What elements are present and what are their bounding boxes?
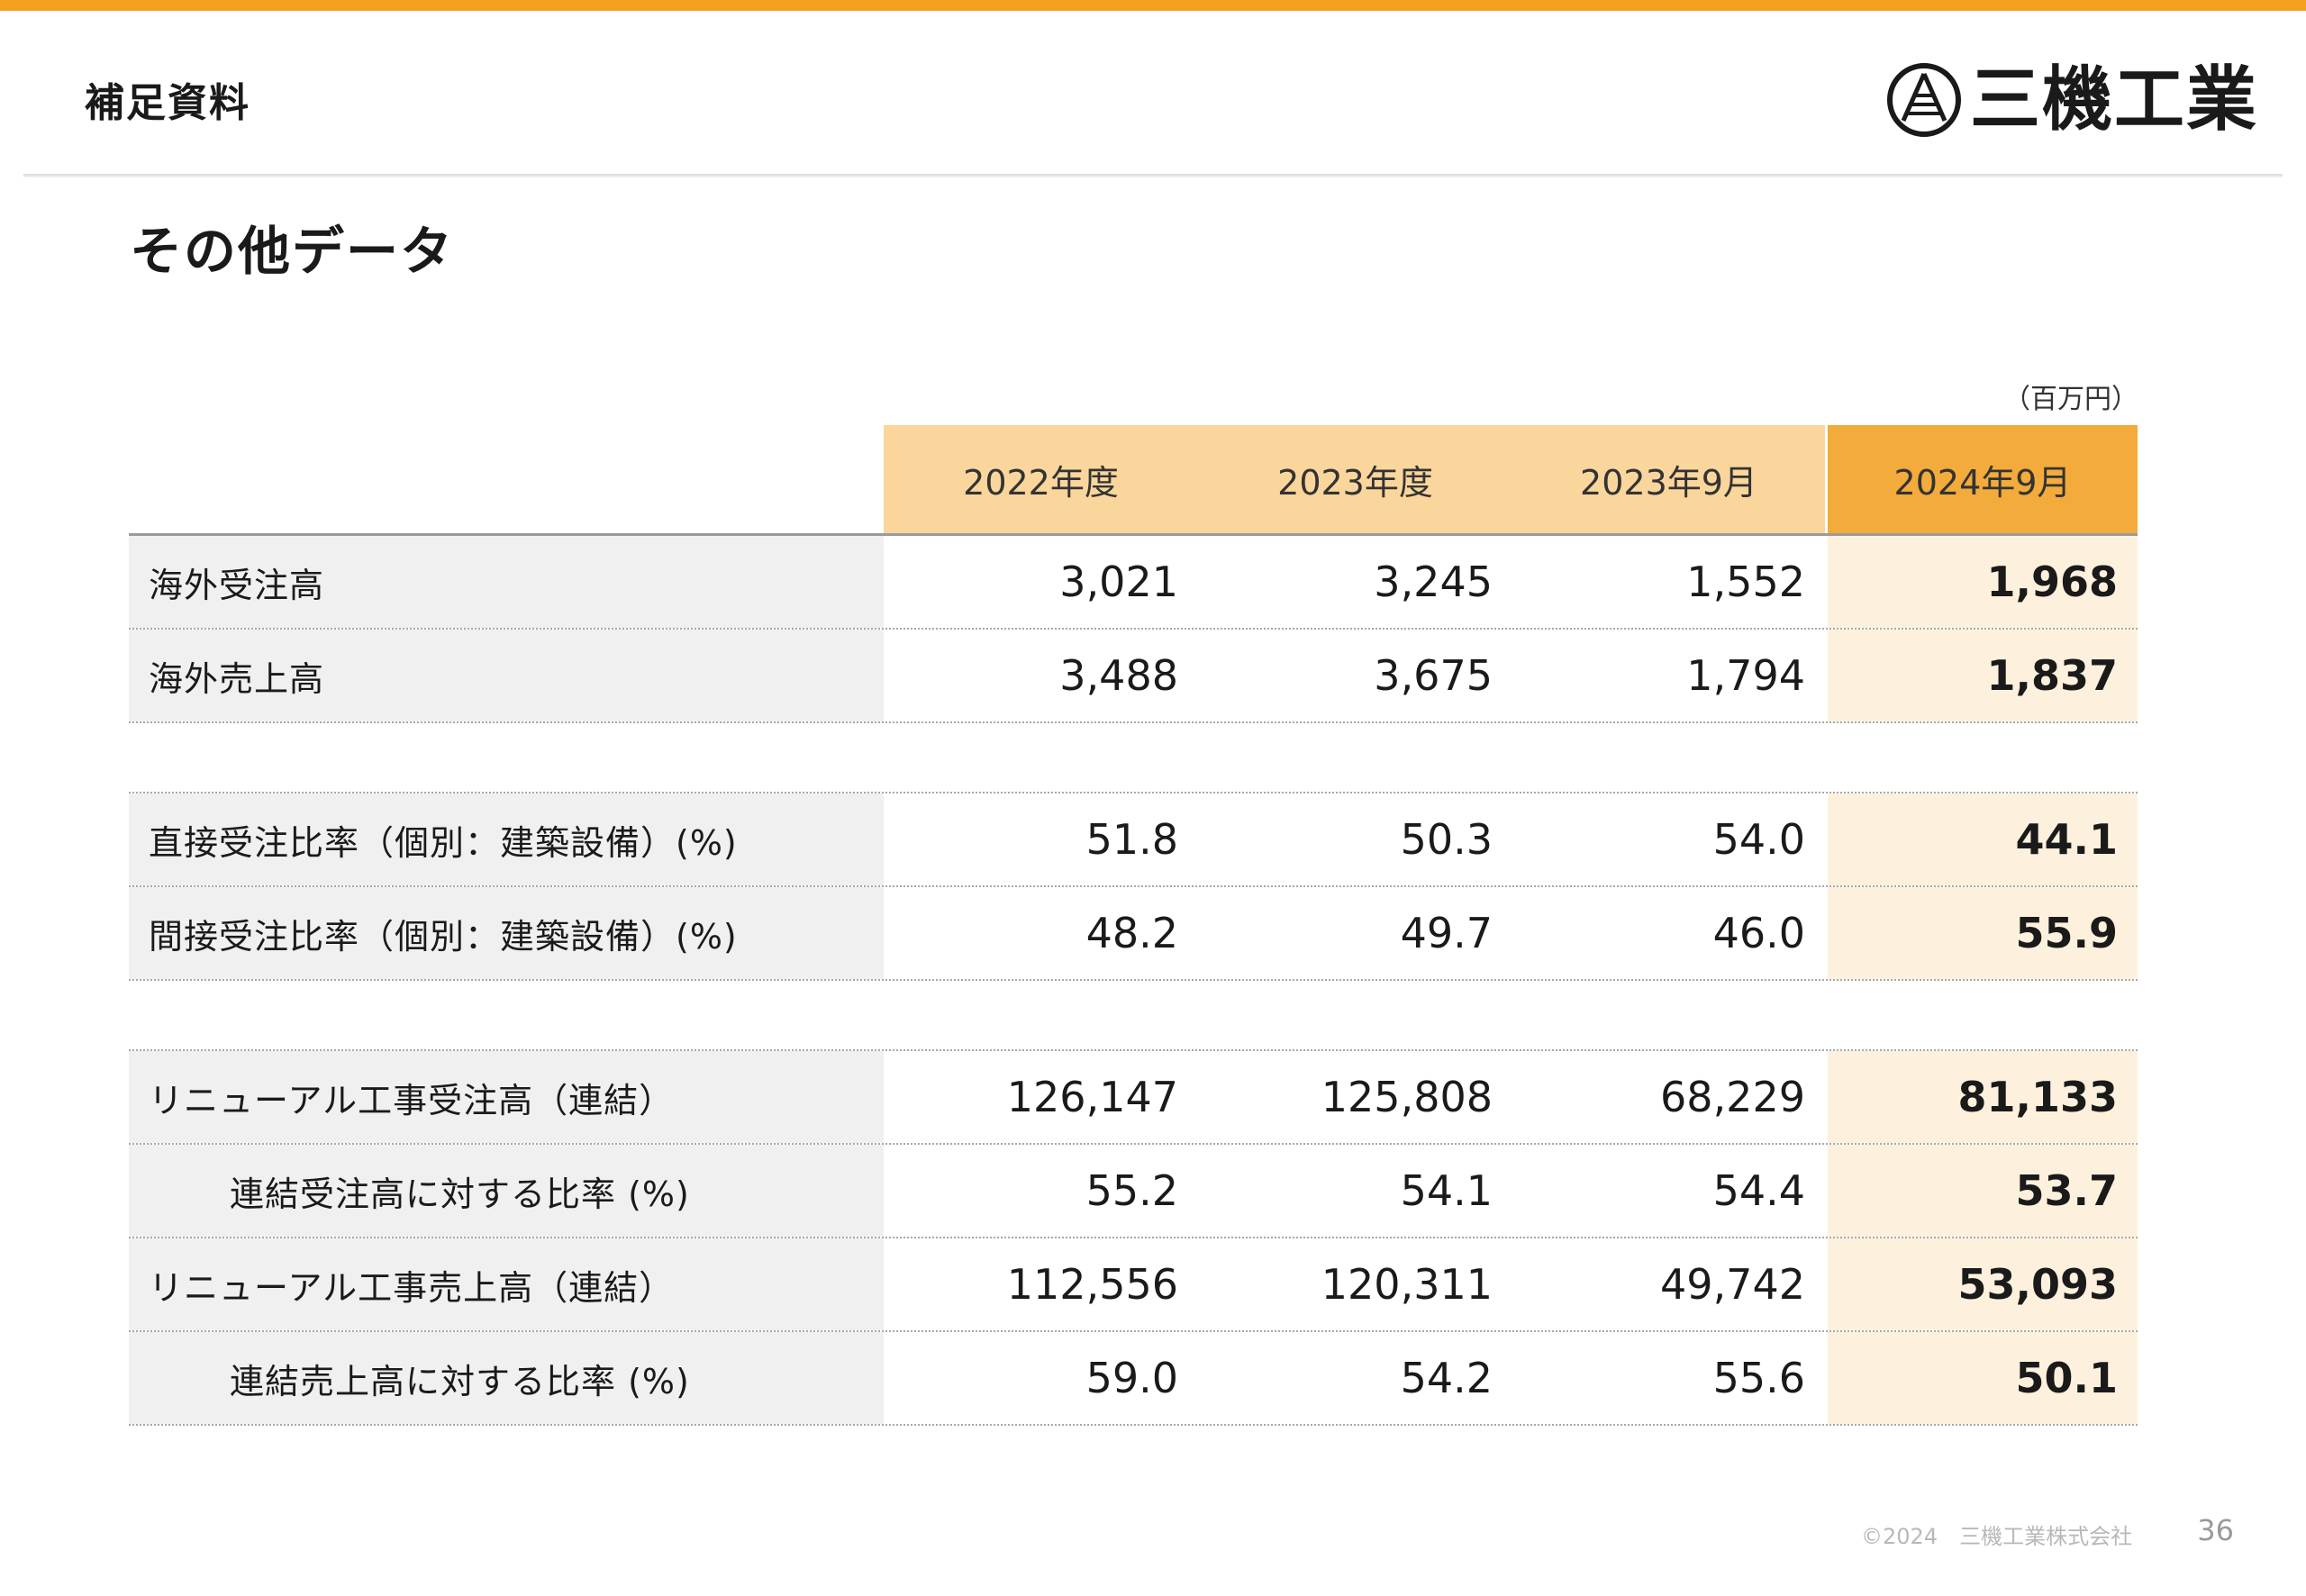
row-label: 間接受注比率（個別：建築設備）(%) xyxy=(129,887,884,979)
table-cell-highlight: 81,133 xyxy=(1828,1051,2138,1143)
table-cell: 54.2 xyxy=(1400,1354,1493,1402)
table-cell: 3,021 xyxy=(1059,558,1178,606)
table-cell: 54.0 xyxy=(1712,815,1805,864)
row-label: 連結受注高に対する比率 (%) xyxy=(129,1145,884,1237)
sanki-logo-icon xyxy=(1887,63,1961,137)
table-cell: 125,808 xyxy=(1321,1073,1493,1121)
table-row: 連結売上高に対する比率 (%) 59.0 54.2 55.6 50.1 xyxy=(129,1332,2138,1426)
table-cell: 54.4 xyxy=(1712,1166,1805,1215)
table-cell: 51.8 xyxy=(1085,815,1178,864)
table-cell-highlight: 1,968 xyxy=(1828,536,2138,628)
row-label: 連結売上高に対する比率 (%) xyxy=(129,1332,884,1424)
table-cell: 48.2 xyxy=(1085,909,1178,957)
table-cell: 55.2 xyxy=(1085,1166,1178,1215)
table-row: リニューアル工事売上高（連結） 112,556 120,311 49,742 5… xyxy=(129,1238,2138,1332)
table-row: 海外受注高 3,021 3,245 1,552 1,968 xyxy=(129,536,2138,630)
table-cell: 3,675 xyxy=(1374,651,1493,700)
table-row: 間接受注比率（個別：建築設備）(%) 48.2 49.7 46.0 55.9 xyxy=(129,887,2138,981)
top-accent-bar xyxy=(0,0,2306,11)
table-cell: 50.3 xyxy=(1400,815,1493,864)
table-cell: 68,229 xyxy=(1660,1073,1805,1121)
table-row: 連結受注高に対する比率 (%) 55.2 54.1 54.4 53.7 xyxy=(129,1145,2138,1238)
unit-note: （百万円） xyxy=(2003,384,2138,415)
table-row: 直接受注比率（個別：建築設備）(%) 51.8 50.3 54.0 44.1 xyxy=(129,792,2138,887)
table-cell: 55.6 xyxy=(1712,1354,1805,1402)
table-cell: 59.0 xyxy=(1085,1354,1178,1402)
table-cell-highlight: 53.7 xyxy=(1828,1145,2138,1237)
table-row: 海外売上高 3,488 3,675 1,794 1,837 xyxy=(129,630,2138,723)
row-label: 海外受注高 xyxy=(129,536,884,628)
data-table: 2022年度 2023年度 2023年9月 2024年9月 海外受注高 3,02… xyxy=(129,425,2138,1426)
page-title: その他データ xyxy=(130,221,455,282)
row-label: リニューアル工事受注高（連結） xyxy=(129,1051,884,1143)
row-label: 直接受注比率（個別：建築設備）(%) xyxy=(129,793,884,885)
table-cell: 49.7 xyxy=(1400,909,1493,957)
page-number: 36 xyxy=(2197,1513,2234,1547)
table-cell: 54.1 xyxy=(1400,1166,1493,1215)
row-label: リニューアル工事売上高（連結） xyxy=(129,1238,884,1330)
column-header-highlight: 2024年9月 xyxy=(1828,425,2138,533)
table-cell: 3,245 xyxy=(1374,558,1493,606)
logo-text: 三機工業 xyxy=(1970,59,2259,141)
table-row: リニューアル工事受注高（連結） 126,147 125,808 68,229 8… xyxy=(129,1049,2138,1145)
table-cell: 112,556 xyxy=(1006,1260,1178,1309)
table-cell: 3,488 xyxy=(1059,651,1178,700)
table-cell-highlight: 1,837 xyxy=(1828,630,2138,721)
table-cell: 1,794 xyxy=(1686,651,1805,700)
column-header: 2022年度 xyxy=(884,425,1198,533)
table-cell: 1,552 xyxy=(1686,558,1805,606)
table-cell-highlight: 50.1 xyxy=(1828,1332,2138,1424)
footer-copyright: ©2024 三機工業株式会社 xyxy=(1861,1524,2133,1549)
table-cell-highlight: 44.1 xyxy=(1828,793,2138,885)
company-logo: 三機工業 xyxy=(1885,61,2258,139)
table-cell: 49,742 xyxy=(1660,1260,1805,1309)
table-cell-highlight: 53,093 xyxy=(1828,1238,2138,1330)
table-header-row: 2022年度 2023年度 2023年9月 2024年9月 xyxy=(129,425,2138,536)
table-cell: 126,147 xyxy=(1006,1073,1178,1121)
header-divider xyxy=(23,174,2283,177)
section-label: 補足資料 xyxy=(85,80,250,126)
row-label: 海外売上高 xyxy=(129,630,884,721)
table-cell: 120,311 xyxy=(1321,1260,1493,1309)
table-cell: 46.0 xyxy=(1712,909,1805,957)
column-header: 2023年9月 xyxy=(1512,425,1825,533)
column-header: 2023年度 xyxy=(1198,425,1512,533)
table-cell-highlight: 55.9 xyxy=(1828,887,2138,979)
